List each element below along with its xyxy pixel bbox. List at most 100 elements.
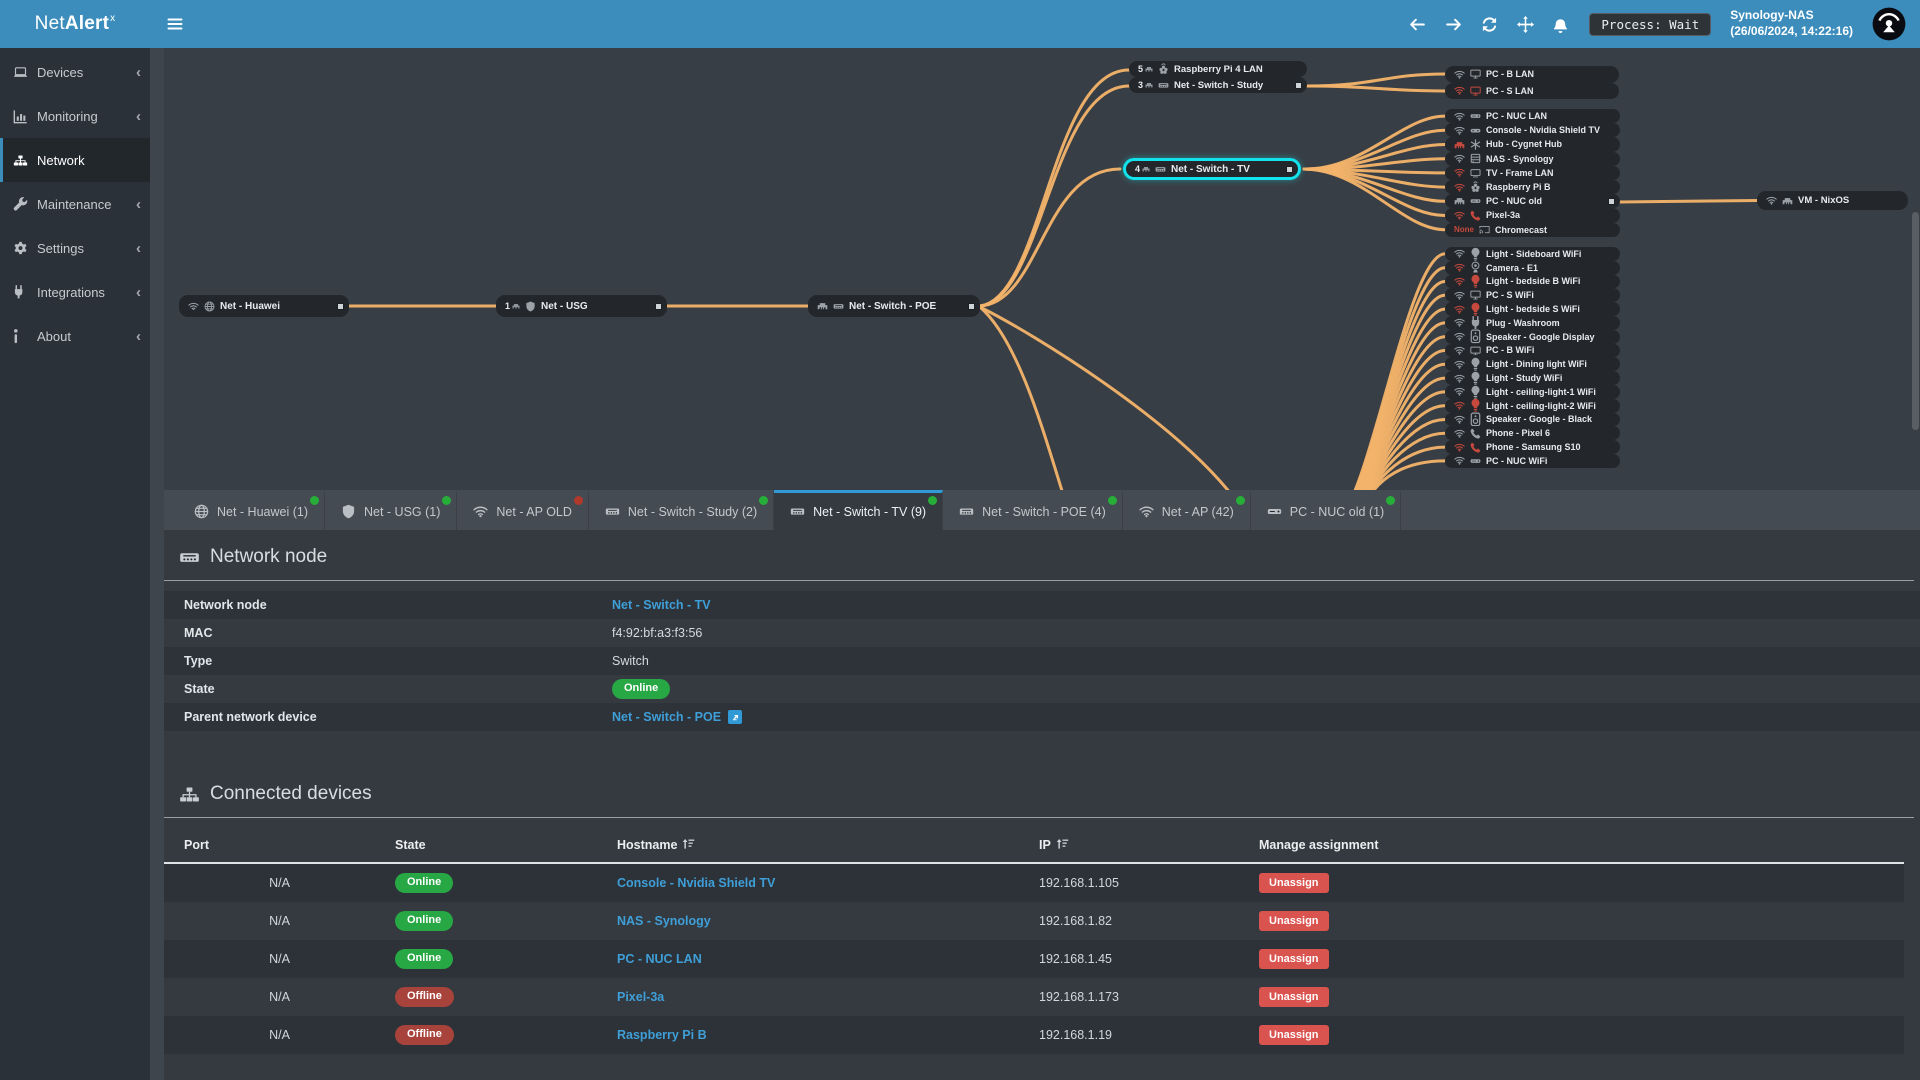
tab-pc-nuc-old-1-[interactable]: PC - NUC old (1) [1251,490,1402,530]
node-detail-list: Network node Net - Switch - TV MAC f4:92:b… [164,591,1920,731]
cell-state: Offline [395,1025,617,1045]
topology-leaf-nas-synology[interactable]: NAS - Synology [1445,151,1620,166]
device-label: Light - bedside S WiFi [1486,304,1580,315]
column-header-hostname[interactable]: Hostname [617,838,1039,852]
unassign-button[interactable]: Unassign [1259,949,1329,969]
nav-back-icon[interactable] [1409,16,1426,33]
collapse-handle[interactable] [1295,81,1302,89]
unassign-button[interactable]: Unassign [1259,1025,1329,1045]
topology-leaf-light-bedside-b-wifi[interactable]: Light - bedside B WiFi [1445,274,1620,289]
hostname-link[interactable]: Raspberry Pi B [617,1028,707,1042]
hostname-link[interactable]: NAS - Synology [617,914,711,928]
topology-leaf-pixel-3a[interactable]: Pixel-3a [1445,208,1620,223]
detail-value-link[interactable]: Net - Switch - TV [612,598,711,612]
sidebar-item-network[interactable]: Network [0,138,150,182]
topology-node-net-huawei[interactable]: Net - Huawei [179,295,349,317]
collapse-handle[interactable] [337,302,344,310]
external-link-icon[interactable] [728,710,743,724]
collapse-handle[interactable] [1286,165,1293,173]
collapse-handle[interactable] [655,302,662,310]
topology-leaf-console-nvidia-shield-tv[interactable]: Console - Nvidia Shield TV [1445,123,1620,138]
topology-leaf-plug-washroom[interactable]: Plug - Washroom [1445,315,1620,330]
hostname-link[interactable]: PC - NUC LAN [617,952,702,966]
unassign-button[interactable]: Unassign [1259,987,1329,1007]
sidebar-item-devices[interactable]: Devices ‹ [0,50,150,94]
status-dot-green [1235,496,1245,505]
user-avatar[interactable] [1872,7,1906,41]
topology-leaf-hub-cygnet-hub[interactable]: Hub - Cygnet Hub [1445,137,1620,152]
topology-node-net-switch-tv[interactable]: 4 Net - Switch - TV [1123,158,1301,180]
topology-leaf-raspberry-pi-4-lan[interactable]: 5 Raspberry Pi 4 LAN [1129,61,1307,77]
page-scrollbar-thumb[interactable] [1912,212,1919,430]
topology-leaf-light-dining-light-wifi[interactable]: Light - Dining light WiFi [1445,357,1620,372]
device-label: Light - Dining light WiFi [1486,359,1587,370]
topology-leaf-phone-samsung-s10[interactable]: Phone - Samsung S10 [1445,440,1620,454]
nav-forward-icon[interactable] [1445,16,1462,33]
topology-leaf-net-switch-study[interactable]: 3 Net - Switch - Study [1129,77,1307,93]
tab-net-switch-study-2-[interactable]: Net - Switch - Study (2) [589,490,775,530]
refresh-icon[interactable] [1481,16,1498,33]
column-header-ip[interactable]: IP [1039,838,1259,852]
tab-net-ap-42-[interactable]: Net - AP (42) [1123,490,1251,530]
topology-leaf-phone-pixel-6[interactable]: Phone - Pixel 6 [1445,426,1620,441]
sidebar-item-monitoring[interactable]: Monitoring ‹ [0,94,150,138]
wifi-icon [1454,346,1465,355]
process-status-badge: Process: Wait [1589,12,1712,36]
topology-leaf-light-ceiling-light-2-wifi[interactable]: Light - ceiling-light-2 WiFi [1445,398,1620,413]
topology-leaf-pc-s-lan[interactable]: PC - S LAN [1445,82,1619,99]
tab-net-huawei-1-[interactable]: Net - Huawei (1) [178,490,325,530]
sidebar-item-integrations[interactable]: Integrations ‹ [0,270,150,314]
tab-net-ap-old[interactable]: Net - AP OLD [457,490,589,530]
topology-leaf-speaker-google-display[interactable]: Speaker - Google Display [1445,329,1620,344]
topology-leaf-pc-nuc-wifi[interactable]: PC - NUC WiFi [1445,453,1620,468]
sidebar-item-settings[interactable]: Settings ‹ [0,226,150,270]
wifi-icon [1454,401,1465,410]
tab-net-usg-1-[interactable]: Net - USG (1) [325,490,458,530]
status-dot-green [1107,496,1117,505]
hostname-link[interactable]: Console - Nvidia Shield TV [617,876,775,890]
notifications-bell-icon[interactable] [1553,16,1570,33]
topology-leaf-raspberry-pi-b[interactable]: Raspberry Pi B [1445,179,1620,195]
collapse-handle[interactable] [1608,197,1615,205]
app-logo[interactable]: Net Alert x [0,0,150,48]
tab-label: Net - Switch - TV (9) [813,504,927,519]
nas-icon [1470,153,1481,164]
ethernet-icon [1454,140,1465,150]
topology-leaf-light-ceiling-light-1-wifi[interactable]: Light - ceiling-light-1 WiFi [1445,384,1620,399]
unassign-button[interactable]: Unassign [1259,911,1329,931]
topology-leaf-pc-nuc-lan[interactable]: PC - NUC LAN [1445,109,1620,124]
topology-leaf-speaker-google-black[interactable]: Speaker - Google - Black [1445,412,1620,427]
topology-link [978,68,1131,308]
fullscreen-move-icon[interactable] [1517,15,1535,33]
sidebar-toggle-icon[interactable] [167,16,183,32]
topology-leaf-pc-s-wifi[interactable]: PC - S WiFi [1445,288,1620,303]
sidebar-item-maintenance[interactable]: Maintenance ‹ [0,182,150,226]
topology-leaf-pc-b-lan[interactable]: PC - B LAN [1445,66,1619,83]
topology-leaf-chromecast[interactable]: None Chromecast [1445,222,1620,237]
hostname-link[interactable]: Pixel-3a [617,990,664,1004]
unassign-button[interactable]: Unassign [1259,873,1329,893]
detail-value-link[interactable]: Net - Switch - POE [612,710,721,724]
topology-leaf-pc-nuc-old[interactable]: PC - NUC old [1445,194,1620,209]
phone-icon [1470,428,1481,439]
topology-node-net-switch-poe[interactable]: Net - Switch - POE [808,295,980,317]
topology-leaf-light-bedside-s-wifi[interactable]: Light - bedside S WiFi [1445,302,1620,316]
topology-leaf-camera-e1[interactable]: Camera - E1 [1445,260,1620,275]
sidebar-item-about[interactable]: About ‹ [0,314,150,358]
topology-leaf-light-study-wifi[interactable]: Light - Study WiFi [1445,371,1620,385]
wifi-icon [1454,332,1465,341]
collapse-handle[interactable] [968,302,975,310]
sort-icon[interactable] [682,838,695,850]
topology-leaf-light-sideboard-wifi[interactable]: Light - Sideboard WiFi [1445,247,1620,261]
chart-icon [13,109,28,124]
tab-net-switch-poe-4-[interactable]: Net - Switch - POE (4) [943,490,1123,530]
topology-node-net-usg[interactable]: 1 Net - USG [496,295,667,317]
topology-leaf-tv-frame-lan[interactable]: TV - Frame LAN [1445,165,1620,180]
phone-icon [1470,210,1481,221]
topology-leaf-pc-b-wifi[interactable]: PC - B WiFi [1445,343,1620,358]
section-title: Connected devices [210,783,372,804]
tab-net-switch-tv-9-[interactable]: Net - Switch - TV (9) [774,490,944,530]
sort-icon[interactable] [1056,838,1069,850]
topology-leaf-vm-nixos[interactable]: VM - NixOS [1757,191,1908,210]
sidebar-item-label: Maintenance [37,196,112,212]
